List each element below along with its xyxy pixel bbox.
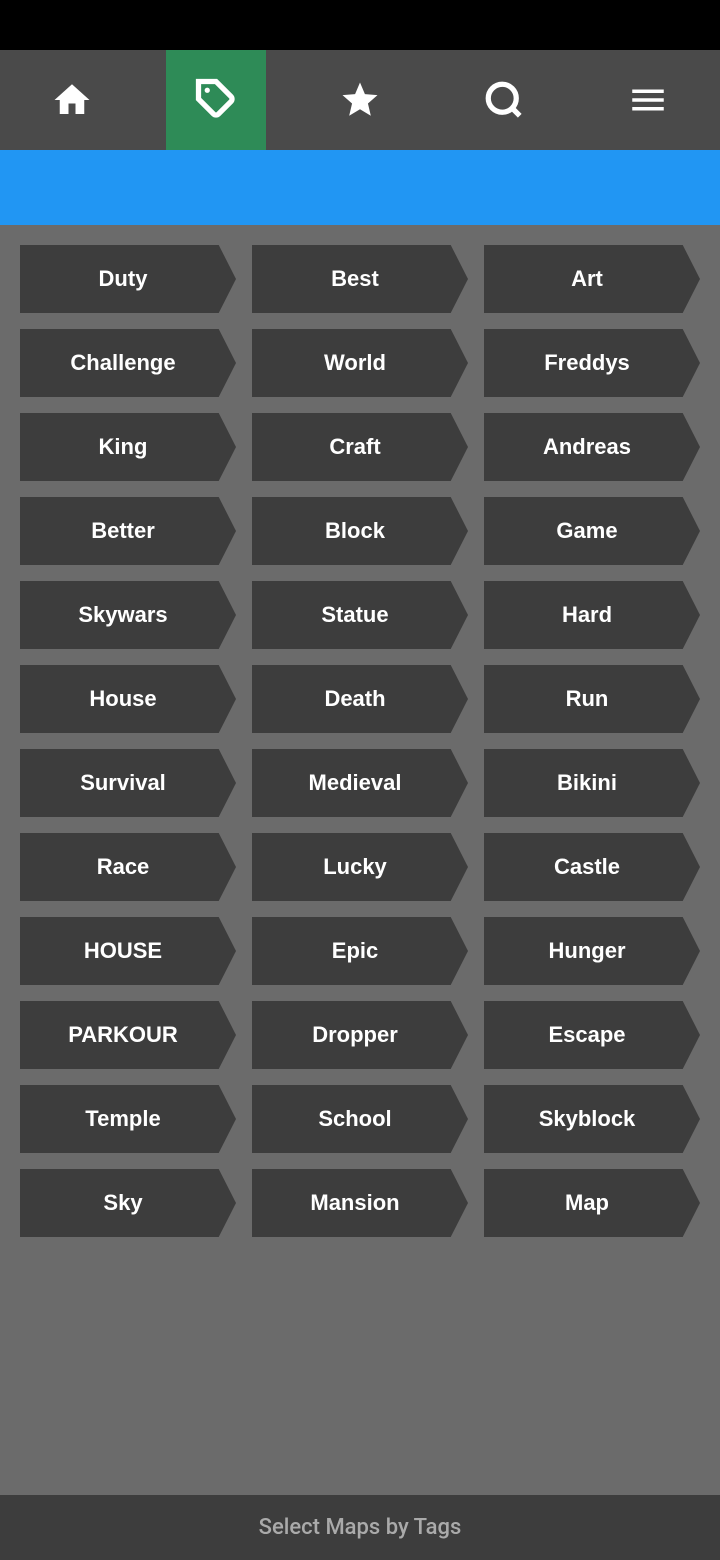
tag-button[interactable]: Art [484,245,700,313]
tag-button[interactable]: Sky [20,1169,236,1237]
tag-button[interactable]: Epic [252,917,468,985]
tag-button[interactable]: Run [484,665,700,733]
nav-search[interactable] [454,50,554,150]
tags-container: DutyBestArt ChallengeWorldFreddys KingCraf… [0,225,720,1317]
tag-button[interactable]: School [252,1085,468,1153]
tag-button[interactable]: Race [20,833,236,901]
tag-button[interactable]: Andreas [484,413,700,481]
nav-bar [0,50,720,150]
tag-button[interactable]: Death [252,665,468,733]
nav-menu[interactable] [598,50,698,150]
tag-button[interactable]: Map [484,1169,700,1237]
star-icon [339,79,381,121]
tag-button[interactable]: Craft [252,413,468,481]
tag-button[interactable]: Dropper [252,1001,468,1069]
tag-button[interactable]: Freddys [484,329,700,397]
nav-home[interactable] [22,50,122,150]
home-icon [51,79,93,121]
tag-button[interactable]: Hunger [484,917,700,985]
tag-button[interactable]: Bikini [484,749,700,817]
tag-button[interactable]: World [252,329,468,397]
tag-button[interactable]: House [20,665,236,733]
tag-button[interactable]: Block [252,497,468,565]
nav-favorites[interactable] [310,50,410,150]
tag-icon [195,78,237,120]
nav-tags[interactable] [166,50,266,150]
tag-button[interactable]: Challenge [20,329,236,397]
tag-button[interactable]: Temple [20,1085,236,1153]
tag-button[interactable]: HOUSE [20,917,236,985]
tags-grid: DutyBestArt ChallengeWorldFreddys KingCraf… [20,245,700,1237]
tag-button[interactable]: Better [20,497,236,565]
tag-button[interactable]: Lucky [252,833,468,901]
tag-button[interactable]: Skyblock [484,1085,700,1153]
tag-button[interactable]: Hard [484,581,700,649]
tag-button[interactable]: Duty [20,245,236,313]
tag-button[interactable]: Game [484,497,700,565]
tag-button[interactable]: Mansion [252,1169,468,1237]
search-icon [483,79,525,121]
tag-button[interactable]: Castle [484,833,700,901]
tag-button[interactable]: King [20,413,236,481]
footer: Select Maps by Tags [0,1495,720,1560]
tag-button[interactable]: Statue [252,581,468,649]
tag-button[interactable]: PARKOUR [20,1001,236,1069]
footer-label: Select Maps by Tags [259,1515,462,1540]
header-strip [0,150,720,225]
tag-button[interactable]: Medieval [252,749,468,817]
tag-button[interactable]: Skywars [20,581,236,649]
status-bar [0,0,720,50]
menu-icon [627,79,669,121]
tag-button[interactable]: Escape [484,1001,700,1069]
tag-button[interactable]: Survival [20,749,236,817]
tag-button[interactable]: Best [252,245,468,313]
